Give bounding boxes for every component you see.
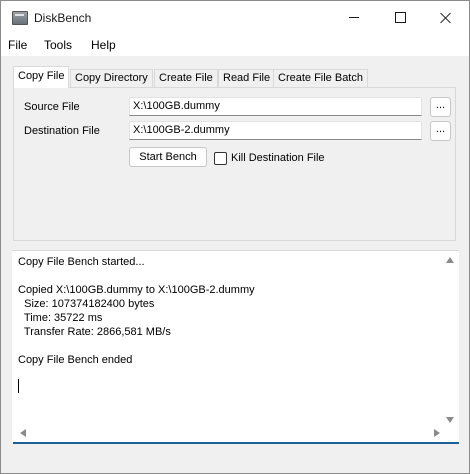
disk-drive-icon [12,11,28,25]
log-line: Size: 107374182400 bytes [18,298,155,310]
tab-create-file[interactable]: Create File [154,69,218,87]
horizontal-scrollbar[interactable] [14,427,442,439]
destination-file-input[interactable]: X:\100GB-2.dummy [129,121,422,140]
log-line: Copy File Bench ended [18,354,133,366]
menu-tools[interactable]: Tools [44,38,72,52]
source-browse-button[interactable]: ... [430,97,451,117]
window-title: DiskBench [34,11,92,25]
kill-destination-checkbox[interactable] [214,152,227,165]
destination-file-label: Destination File [24,125,100,137]
kill-destination-label[interactable]: Kill Destination File [231,152,325,164]
log-line: Copy File Bench started... [18,256,145,268]
maximize-button[interactable] [377,1,423,34]
scroll-up-icon[interactable] [446,257,454,263]
scroll-left-icon[interactable] [20,429,26,437]
tab-copy-file[interactable]: Copy File [13,66,70,88]
log-line: Time: 35722 ms [18,312,103,324]
scroll-right-icon[interactable] [434,429,440,437]
vertical-scrollbar[interactable] [444,255,456,425]
maximize-icon [394,12,406,23]
progress-bar [13,442,459,444]
minimize-icon [349,17,359,18]
tab-copy-directory[interactable]: Copy Directory [70,69,153,87]
title-bar[interactable]: DiskBench [1,1,469,34]
menu-help[interactable]: Help [91,38,116,52]
diskbench-window: DiskBench File Tools Help Copy File Copy… [0,0,470,474]
close-button[interactable] [423,1,469,34]
minimize-button[interactable] [331,1,377,34]
close-icon [440,12,452,24]
tab-create-file-batch[interactable]: Create File Batch [273,69,368,87]
copy-file-panel: Source File X:\100GB.dummy ... Destinati… [13,87,456,241]
log-line: Copied X:\100GB.dummy to X:\100GB-2.dumm… [18,284,255,296]
source-file-label: Source File [24,101,80,113]
start-bench-button[interactable]: Start Bench [129,147,207,167]
tab-read-file[interactable]: Read File [218,69,276,87]
log-text: Copy File Bench started... Copied X:\100… [18,255,438,367]
log-line: Transfer Rate: 2866,581 MB/s [18,326,171,338]
destination-browse-button[interactable]: ... [430,121,451,141]
text-caret [18,379,19,393]
menu-bar: File Tools Help [1,34,469,56]
menu-file[interactable]: File [8,38,27,52]
log-output[interactable]: Copy File Bench started... Copied X:\100… [12,250,459,443]
source-file-input[interactable]: X:\100GB.dummy [129,97,422,116]
scroll-down-icon[interactable] [446,417,454,423]
